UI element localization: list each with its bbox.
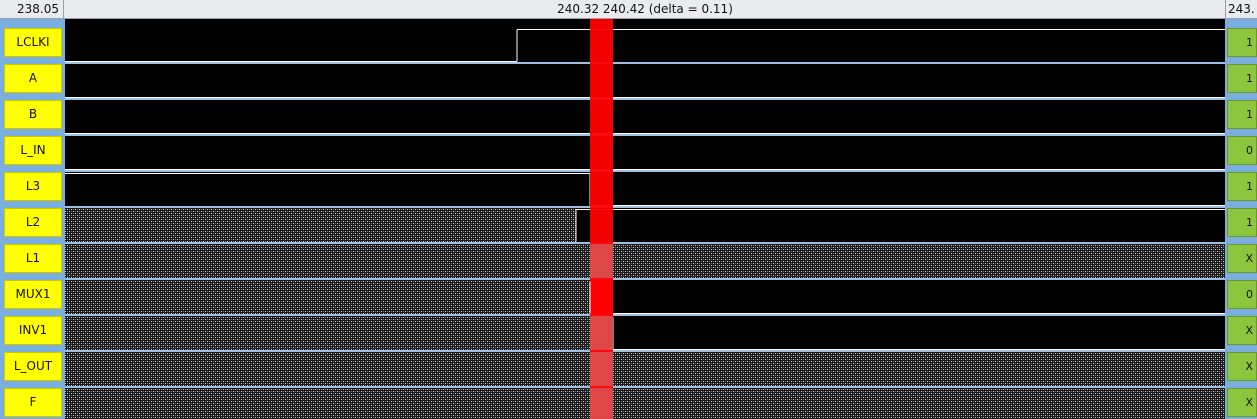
signal-name-l-out[interactable]: L_OUT — [4, 352, 62, 381]
signal-name-l-in[interactable]: L_IN — [4, 136, 62, 165]
window-start-time: 238.05 — [0, 0, 64, 18]
signal-value-lclki: 1 — [1227, 28, 1257, 57]
signal-value-a: 1 — [1227, 64, 1257, 93]
signal-value-inv1: X — [1227, 316, 1257, 345]
signal-name-lclki[interactable]: LCLKI — [4, 28, 62, 57]
signal-value-l3: 1 — [1227, 172, 1257, 201]
window-end-time: 243. — [1225, 0, 1257, 18]
waveform-row-f — [65, 388, 1225, 419]
cursor-time-readout: 240.32 240.42 (delta = 0.11) — [557, 2, 733, 16]
signal-value-l-out: X — [1227, 352, 1257, 381]
signal-value-b: 1 — [1227, 100, 1257, 129]
signal-name-l2[interactable]: L2 — [4, 208, 62, 237]
signal-name-l1[interactable]: L1 — [4, 244, 62, 273]
signal-name-mux1[interactable]: MUX1 — [4, 280, 62, 309]
signal-name-f[interactable]: F — [4, 388, 62, 417]
waveform-row-l1 — [65, 244, 1225, 278]
signal-value-l-in: 0 — [1227, 136, 1257, 165]
waveform-area[interactable] — [65, 19, 1225, 419]
signal-value-mux1: 0 — [1227, 280, 1257, 309]
signal-name-b[interactable]: B — [4, 100, 62, 129]
signal-name-a[interactable]: A — [4, 64, 62, 93]
waveform-row-l-out — [65, 352, 1225, 386]
time-ruler: 238.05 240.32 240.42 (delta = 0.11) 243. — [0, 0, 1257, 19]
signal-name-inv1[interactable]: INV1 — [4, 316, 62, 345]
signal-name-l3[interactable]: L3 — [4, 172, 62, 201]
signal-value-l1: X — [1227, 244, 1257, 273]
signal-value-f: X — [1227, 388, 1257, 417]
signal-value-l2: 1 — [1227, 208, 1257, 237]
